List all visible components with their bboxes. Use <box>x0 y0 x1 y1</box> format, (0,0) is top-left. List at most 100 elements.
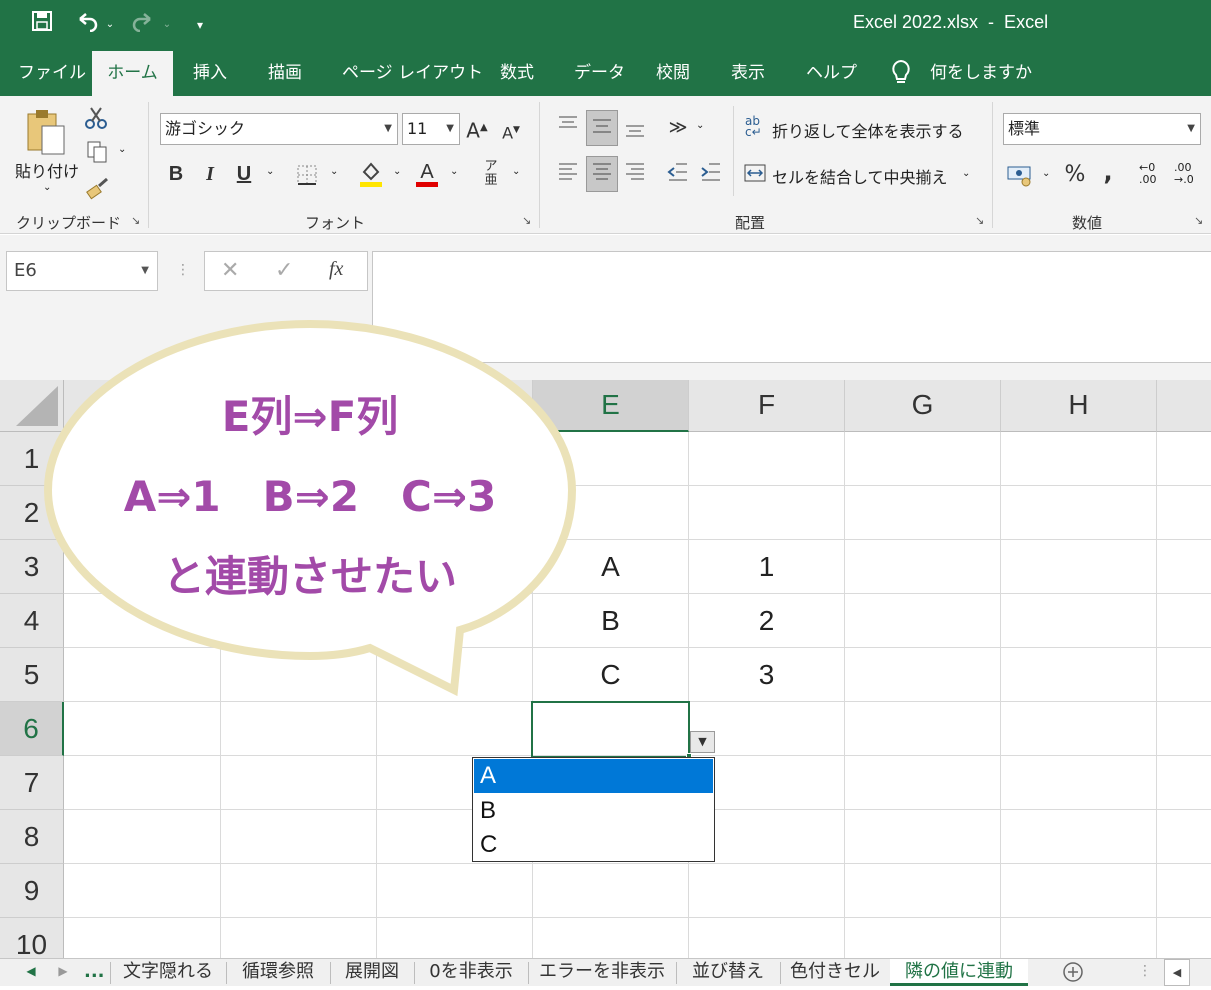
sheet-tab[interactable]: 色付きセル <box>782 959 888 986</box>
clipboard-launcher-icon[interactable]: ↘ <box>131 214 140 227</box>
chevron-down-icon[interactable]: ▼ <box>141 252 149 290</box>
dropdown-option-a[interactable]: A <box>474 759 713 793</box>
fill-color-dropdown-icon[interactable]: ⌄ <box>393 166 401 177</box>
cell-f3[interactable]: 1 <box>689 540 844 594</box>
font-color-dropdown-icon[interactable]: ⌄ <box>450 166 458 177</box>
phonetic-guide-icon[interactable]: ア亜 <box>480 160 502 188</box>
align-right-icon[interactable] <box>620 160 650 188</box>
tab-splitter-icon[interactable]: ⋮ <box>1138 959 1152 986</box>
percent-style-button[interactable]: % <box>1062 161 1088 189</box>
row-header-7[interactable]: 7 <box>0 756 64 810</box>
increase-font-size-icon[interactable]: A▲ <box>466 114 488 143</box>
align-left-icon[interactable] <box>553 160 583 188</box>
font-size-select[interactable]: 11 ▼ <box>402 113 460 145</box>
align-bottom-icon[interactable] <box>620 114 650 142</box>
cell-f5[interactable]: 3 <box>689 648 844 702</box>
number-launcher-icon[interactable]: ↘ <box>1194 214 1203 227</box>
tab-data[interactable]: データ <box>574 51 625 96</box>
tab-insert[interactable]: 挿入 <box>193 51 227 96</box>
tab-help[interactable]: ヘルプ <box>806 51 857 96</box>
tab-view[interactable]: 表示 <box>731 51 765 96</box>
merge-dropdown-icon[interactable]: ⌄ <box>962 168 970 179</box>
wrap-text-button[interactable]: 折り返して全体を表示する <box>772 118 964 142</box>
format-painter-icon[interactable] <box>86 176 110 200</box>
active-cell-e6[interactable] <box>531 701 690 758</box>
align-middle-icon[interactable] <box>586 110 618 146</box>
formula-bar-splitter[interactable]: ⋮ <box>176 262 190 278</box>
alignment-launcher-icon[interactable]: ↘ <box>975 214 984 227</box>
accounting-dropdown-icon[interactable]: ⌄ <box>1042 168 1050 179</box>
tab-home[interactable]: ホーム <box>92 51 173 97</box>
scroll-left-icon[interactable]: ◀ <box>24 959 38 986</box>
cell-f4[interactable]: 2 <box>689 594 844 648</box>
tab-review[interactable]: 校閲 <box>656 51 690 96</box>
copy-dropdown-icon[interactable]: ⌄ <box>118 144 126 155</box>
tab-draw[interactable]: 描画 <box>268 51 302 96</box>
tell-me-search[interactable]: 何をしますか <box>930 51 1032 96</box>
increase-decimal-icon[interactable]: ←0.00 <box>1139 162 1157 186</box>
decrease-font-size-icon[interactable]: A▼ <box>500 116 522 144</box>
row-header-10[interactable]: 10 <box>0 918 64 958</box>
copy-icon[interactable] <box>86 140 108 164</box>
undo-dropdown-icon[interactable]: ⌄ <box>103 10 117 40</box>
validation-dropdown-button[interactable]: ▼ <box>690 731 715 753</box>
tab-formulas[interactable]: 数式 <box>500 51 534 96</box>
italic-button[interactable]: I <box>199 160 221 188</box>
align-center-icon[interactable] <box>586 156 618 192</box>
wrap-text-icon[interactable]: ab c↵ <box>745 115 762 138</box>
row-header-6[interactable]: 6 <box>0 702 64 756</box>
accounting-format-icon[interactable] <box>1006 163 1034 187</box>
borders-icon[interactable] <box>296 164 318 186</box>
borders-dropdown-icon[interactable]: ⌄ <box>330 166 338 177</box>
bold-button[interactable]: B <box>165 160 187 188</box>
tab-page-layout[interactable]: ページ レイアウト <box>342 51 483 96</box>
font-launcher-icon[interactable]: ↘ <box>522 214 531 227</box>
align-top-icon[interactable] <box>553 114 583 142</box>
row-header-9[interactable]: 9 <box>0 864 64 918</box>
scroll-right-icon[interactable]: ▶ <box>56 959 70 986</box>
increase-indent-icon[interactable] <box>697 160 725 188</box>
tab-file[interactable]: ファイル <box>18 51 86 96</box>
sheet-tab-active[interactable]: 隣の値に連動 <box>890 959 1028 986</box>
font-name-select[interactable]: 游ゴシック ▼ <box>160 113 398 145</box>
underline-button[interactable]: U <box>233 160 255 188</box>
sheet-tab[interactable]: 循環参照 <box>228 959 328 986</box>
font-color-icon[interactable]: A <box>414 160 440 188</box>
more-sheets-button[interactable]: ... <box>84 959 105 986</box>
column-header-g[interactable]: G <box>845 380 1001 432</box>
sheet-tab[interactable]: エラーを非表示 <box>530 959 674 986</box>
column-header-f[interactable]: F <box>689 380 845 432</box>
enter-icon[interactable]: ✓ <box>275 258 293 283</box>
orientation-dropdown-icon[interactable]: ⌄ <box>696 120 704 131</box>
paste-icon[interactable] <box>24 106 70 158</box>
fill-color-icon[interactable] <box>358 160 384 188</box>
sheet-tab[interactable]: 並び替え <box>678 959 778 986</box>
h-scroll-left-icon[interactable]: ◀ <box>1164 959 1190 986</box>
paste-label[interactable]: 貼り付け <box>15 158 79 182</box>
row-header-8[interactable]: 8 <box>0 810 64 864</box>
lightbulb-icon[interactable] <box>890 51 916 96</box>
phonetic-dropdown-icon[interactable]: ⌄ <box>512 166 520 177</box>
number-format-select[interactable]: 標準 ▼ <box>1003 113 1201 145</box>
sheet-tab[interactable]: 展開図 <box>332 959 412 986</box>
dropdown-option-b[interactable]: B <box>474 794 713 828</box>
column-header-h[interactable]: H <box>1001 380 1157 432</box>
customize-qat-icon[interactable]: ▾ <box>192 10 208 40</box>
underline-dropdown-icon[interactable]: ⌄ <box>266 166 274 177</box>
decrease-decimal-icon[interactable]: .00 →.0 <box>1174 162 1194 186</box>
merge-center-icon[interactable] <box>743 162 767 184</box>
add-sheet-icon[interactable] <box>1060 959 1086 986</box>
comma-style-button[interactable]: , <box>1098 158 1118 186</box>
decrease-indent-icon[interactable] <box>664 160 692 188</box>
save-icon[interactable] <box>28 10 56 40</box>
name-box[interactable]: E6 ▼ <box>6 251 158 291</box>
cancel-icon[interactable]: ✕ <box>221 258 239 283</box>
cut-icon[interactable] <box>85 106 107 130</box>
merge-center-button[interactable]: セルを結合して中央揃え <box>772 164 948 188</box>
orientation-icon[interactable]: ≫ <box>664 114 692 142</box>
undo-icon[interactable] <box>72 10 102 40</box>
column-header[interactable] <box>1157 380 1211 432</box>
dropdown-option-c[interactable]: C <box>474 828 713 862</box>
sheet-tab[interactable]: 文字隠れる <box>112 959 224 986</box>
insert-function-button[interactable]: fx <box>329 258 343 281</box>
